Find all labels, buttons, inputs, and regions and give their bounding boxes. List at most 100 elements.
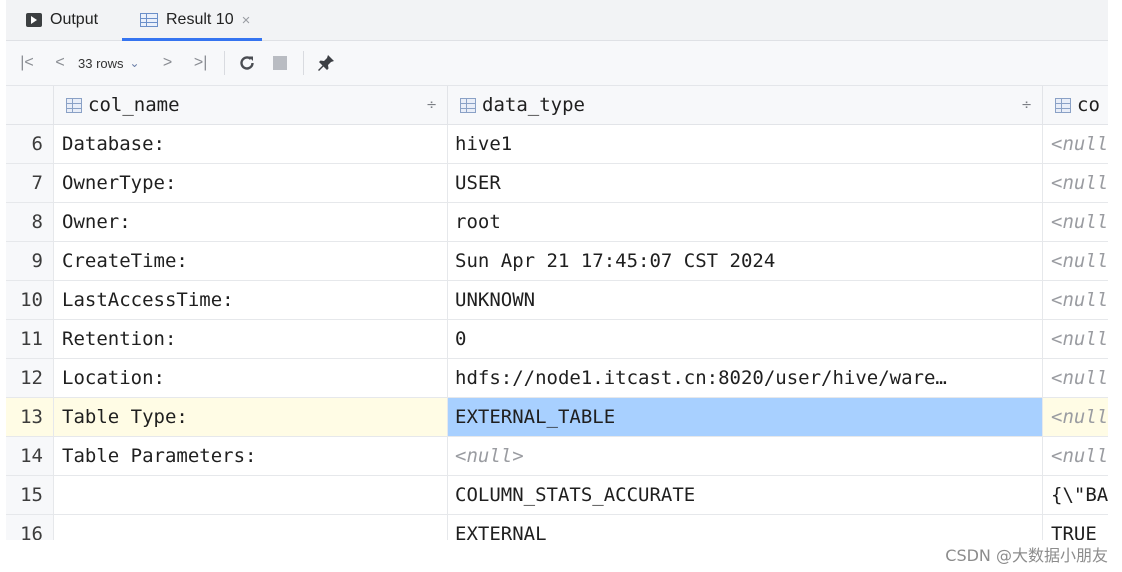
row-number: 13 (6, 398, 54, 436)
table-row[interactable]: 14 Table Parameters: <null> <null (6, 437, 1108, 476)
column-icon (460, 97, 476, 113)
row-number-text: 12 (20, 367, 43, 389)
results-toolbar: |< < 33 rows ⌄ > >| (6, 41, 1108, 86)
cell-data-type[interactable]: UNKNOWN (448, 281, 1043, 319)
cell-col-name[interactable]: Database: (54, 125, 448, 163)
cell-comment[interactable]: {\"BA (1043, 476, 1108, 514)
output-console-icon (26, 13, 42, 27)
cell-col-name[interactable]: Owner: (54, 203, 448, 241)
previous-page-button[interactable]: < (52, 48, 68, 78)
last-page-button[interactable]: >| (192, 48, 210, 78)
cell-data-type[interactable]: hdfs://node1.itcast.cn:8020/user/hive/wa… (448, 359, 1043, 397)
cell-col-name[interactable] (54, 515, 448, 540)
cell-comment-text: {\"BA (1051, 484, 1108, 506)
column-header-label: data_type (482, 94, 585, 116)
cell-data-type[interactable]: COLUMN_STATS_ACCURATE (448, 476, 1043, 514)
cell-comment[interactable]: <null (1043, 320, 1108, 358)
table-row[interactable]: 13 Table Type: EXTERNAL_TABLE <null (6, 398, 1108, 437)
cell-data-type[interactable]: root (448, 203, 1043, 241)
row-number-text: 15 (20, 484, 43, 506)
cell-comment[interactable]: <null (1043, 203, 1108, 241)
column-header-col-name[interactable]: col_name ÷ (54, 86, 448, 124)
row-number: 9 (6, 242, 54, 280)
cell-data-type-text: Sun Apr 21 17:45:07 CST 2024 (455, 250, 776, 272)
cell-col-name[interactable]: LastAccessTime: (54, 281, 448, 319)
tab-output[interactable]: Output (26, 0, 98, 40)
table-row[interactable]: 8 Owner: root <null (6, 203, 1108, 242)
cell-col-name-text: Location: (62, 367, 165, 389)
refresh-icon[interactable] (233, 48, 261, 78)
cell-col-name[interactable]: Table Type: (54, 398, 448, 436)
cell-comment[interactable]: <null (1043, 242, 1108, 280)
pin-icon[interactable] (312, 48, 340, 78)
table-row[interactable]: 7 OwnerType: USER <null (6, 164, 1108, 203)
next-page-button[interactable]: > (160, 48, 176, 78)
cell-col-name[interactable]: CreateTime: (54, 242, 448, 280)
cell-data-type[interactable]: Sun Apr 21 17:45:07 CST 2024 (448, 242, 1043, 280)
row-number-text: 6 (31, 133, 43, 155)
row-number: 16 (6, 515, 54, 540)
cell-comment[interactable]: <null (1043, 398, 1108, 436)
table-row[interactable]: 10 LastAccessTime: UNKNOWN <null (6, 281, 1108, 320)
cell-data-type-text: hive1 (455, 133, 513, 155)
table-row[interactable]: 6 Database: hive1 <null (6, 125, 1108, 164)
table-row[interactable]: 9 CreateTime: Sun Apr 21 17:45:07 CST 2024… (6, 242, 1108, 281)
column-header-label: col_name (88, 94, 180, 116)
close-icon[interactable]: × (242, 12, 251, 29)
row-number-text: 9 (31, 250, 43, 272)
row-number: 14 (6, 437, 54, 475)
cell-data-type-text: UNKNOWN (455, 289, 536, 311)
cell-col-name[interactable]: Table Parameters: (54, 437, 448, 475)
cell-data-type[interactable]: hive1 (448, 125, 1043, 163)
cell-comment[interactable]: <null (1043, 359, 1108, 397)
row-number: 15 (6, 476, 54, 514)
cell-data-type[interactable]: EXTERNAL_TABLE (448, 398, 1043, 436)
cell-comment[interactable]: <null (1043, 281, 1108, 319)
table-row[interactable]: 11 Retention: 0 <null (6, 320, 1108, 359)
stop-icon[interactable] (265, 48, 295, 78)
cell-col-name-text: Table Parameters: (62, 445, 257, 467)
cell-data-type[interactable]: USER (448, 164, 1043, 202)
toolbar-divider (223, 51, 225, 75)
table-row[interactable]: 16 EXTERNAL TRUE (6, 515, 1108, 540)
cell-data-type-text: 0 (455, 328, 467, 350)
cell-comment-text: <null (1051, 445, 1108, 467)
sort-icon[interactable]: ÷ (1021, 98, 1032, 113)
column-header-label: co (1077, 94, 1100, 116)
cell-col-name[interactable]: OwnerType: (54, 164, 448, 202)
cell-comment[interactable]: <null (1043, 125, 1108, 163)
cell-col-name[interactable]: Location: (54, 359, 448, 397)
cell-comment[interactable]: <null (1043, 437, 1108, 475)
cell-col-name-text: Database: (62, 133, 165, 155)
row-count-dropdown[interactable]: 33 rows ⌄ (78, 56, 140, 71)
cell-col-name[interactable]: Retention: (54, 320, 448, 358)
column-icon (1055, 97, 1071, 113)
cell-col-name-text: OwnerType: (62, 172, 177, 194)
sort-icon[interactable]: ÷ (426, 98, 437, 113)
cell-col-name[interactable] (54, 476, 448, 514)
cell-comment-text: <null (1051, 367, 1108, 389)
tab-result-10[interactable]: Result 10 × (122, 0, 263, 41)
row-number-text: 16 (20, 523, 43, 540)
grid-header: col_name ÷ data_type ÷ co (6, 86, 1108, 125)
row-number: 12 (6, 359, 54, 397)
column-header-data-type[interactable]: data_type ÷ (448, 86, 1043, 124)
cell-col-name-text: Table Type: (62, 406, 188, 428)
cell-data-type[interactable]: EXTERNAL (448, 515, 1043, 540)
column-header-comment[interactable]: co (1043, 86, 1108, 124)
cell-comment[interactable]: <null (1043, 164, 1108, 202)
toolbar-divider (302, 51, 304, 75)
cell-col-name-text: CreateTime: (62, 250, 188, 272)
row-number-header (6, 86, 54, 124)
cell-data-type[interactable]: 0 (448, 320, 1043, 358)
cell-comment[interactable]: TRUE (1043, 515, 1108, 540)
column-icon (66, 97, 82, 113)
first-page-button[interactable]: |< (18, 48, 36, 78)
cell-comment-text: TRUE (1051, 523, 1097, 540)
cell-col-name-text: Owner: (62, 211, 131, 233)
cell-data-type[interactable]: <null> (448, 437, 1043, 475)
tab-result-label: Result 10 (166, 11, 234, 28)
table-row[interactable]: 15 COLUMN_STATS_ACCURATE {\"BA (6, 476, 1108, 515)
row-number: 7 (6, 164, 54, 202)
table-row[interactable]: 12 Location: hdfs://node1.itcast.cn:8020/u… (6, 359, 1108, 398)
